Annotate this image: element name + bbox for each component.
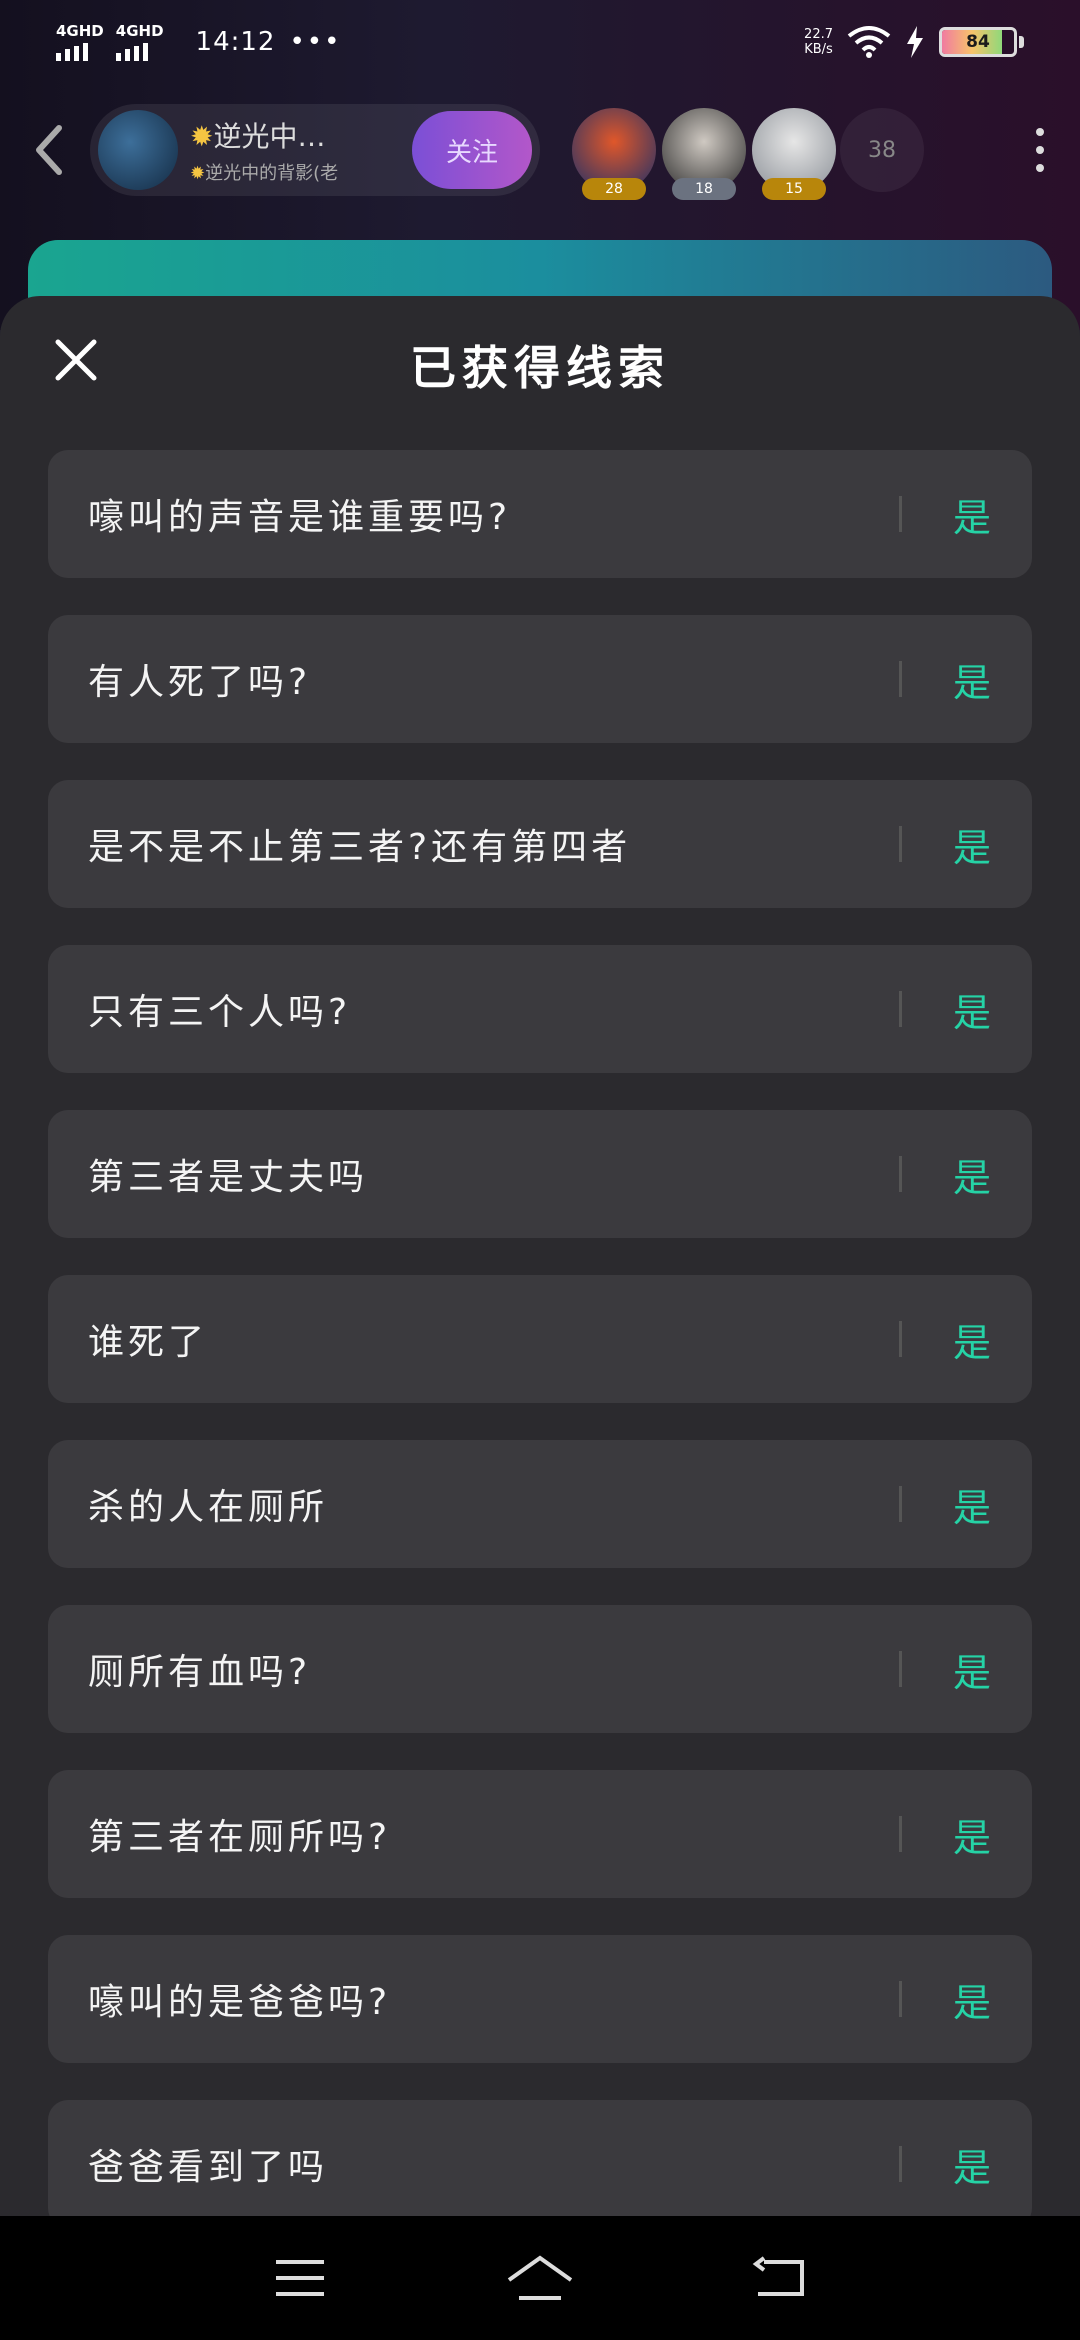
viewer-avatar[interactable]: 28 (572, 108, 656, 200)
level-badge: 15 (762, 178, 826, 200)
wifi-icon (847, 26, 891, 58)
room-header: ✹逆光中… ✹逆光中的背影(老 关注 28 18 15 38 (0, 100, 1080, 200)
clue-question: 只有三个人吗? (88, 992, 352, 1033)
host-info: ✹逆光中… ✹逆光中的背影(老 (190, 115, 412, 185)
home-icon (507, 2255, 573, 2300)
back-arrow-icon (36, 125, 62, 175)
clue-divider (899, 496, 902, 532)
sim1-signal: 4GHD (56, 23, 104, 61)
clue-list: 嚎叫的声音是谁重要吗? 是有人死了吗? 是是不是不止第三者?还有第四者是只有三个人吗… (48, 450, 1032, 2216)
sheet-title: 已获得线索 (410, 341, 670, 395)
clue-question: 爸爸看到了吗 (88, 2147, 329, 2188)
sim2-label: 4GHD (115, 22, 164, 40)
clue-answer: 是 (952, 1320, 991, 1365)
network-speed-unit: KB/s (804, 42, 833, 57)
clue-answer: 是 (952, 2145, 991, 2190)
host-avatar[interactable] (98, 110, 178, 190)
sun-icon: ✹ (190, 163, 206, 184)
clue-answer: 是 (952, 1485, 991, 1530)
clue-question: 杀的人在厕所 (88, 1487, 329, 1528)
viewer-count[interactable]: 38 (840, 108, 924, 192)
host-subtitle-text: 逆光中的背影(老 (205, 163, 339, 184)
host-name: ✹逆光中… (190, 115, 412, 155)
viewer-avatar[interactable]: 18 (662, 108, 746, 200)
clue-item: 嚎叫的是爸爸吗? 是 (48, 1935, 1032, 2063)
sun-icon: ✹ (190, 120, 214, 153)
navigation-bar (0, 2216, 1080, 2340)
signal-bars-icon (115, 43, 148, 61)
clue-item: 第三者是丈夫吗 是 (48, 1110, 1032, 1238)
clue-item: 厕所有血吗? 是 (48, 1605, 1032, 1733)
level-badge: 18 (672, 178, 736, 200)
home-button[interactable] (505, 2243, 575, 2313)
battery-level: 84 (966, 32, 990, 52)
back-button[interactable] (28, 120, 68, 180)
clue-divider (899, 1486, 902, 1522)
system-back-button[interactable] (745, 2243, 815, 2313)
host-card[interactable]: ✹逆光中… ✹逆光中的背影(老 关注 (90, 104, 540, 196)
clue-question: 嚎叫的是爸爸吗? (88, 1982, 392, 2023)
menu-icon (276, 2260, 324, 2296)
clue-divider (899, 1981, 902, 2017)
sim2-signal: 4GHD (115, 22, 164, 61)
clue-answer: 是 (952, 1815, 991, 1860)
network-speed: 22.7 KB/s (804, 27, 833, 57)
clue-divider (899, 1651, 902, 1687)
clue-question: 是不是不止第三者?还有第四者 (88, 827, 632, 868)
clue-item: 只有三个人吗? 是 (48, 945, 1032, 1073)
clue-item: 有人死了吗? 是 (48, 615, 1032, 743)
clue-question: 厕所有血吗? (88, 1652, 312, 1693)
menu-button[interactable] (265, 2243, 335, 2313)
more-vertical-icon (1036, 146, 1044, 154)
clue-question: 第三者在厕所吗? (88, 1817, 392, 1858)
clue-item: 谁死了 是 (48, 1275, 1032, 1403)
viewer-list: 28 18 15 (572, 108, 836, 200)
viewer-avatar[interactable]: 15 (752, 108, 836, 200)
level-badge: 28 (582, 178, 646, 200)
clock: 14:12 (195, 27, 276, 57)
battery-icon: 84 (939, 27, 1017, 57)
host-subtitle: ✹逆光中的背影(老 (190, 159, 412, 185)
clues-sheet: 已获得线索 嚎叫的声音是谁重要吗? 是有人死了吗? 是是不是不止第三者?还有第四者是… (0, 296, 1080, 2216)
clue-item: 是不是不止第三者?还有第四者 是 (48, 780, 1032, 908)
clue-answer: 是 (952, 495, 991, 540)
sim1-label: 4GHD (56, 22, 104, 40)
clue-divider (899, 826, 902, 862)
clue-answer: 是 (952, 660, 991, 705)
battery-tip (1019, 36, 1024, 48)
clue-question: 第三者是丈夫吗 (88, 1157, 369, 1198)
clue-divider (899, 661, 902, 697)
more-button[interactable] (1036, 128, 1044, 172)
clue-divider (899, 1816, 902, 1852)
more-vertical-icon (1036, 164, 1044, 172)
clue-item: 第三者在厕所吗? 是 (48, 1770, 1032, 1898)
host-name-text: 逆光中… (213, 120, 326, 153)
clue-divider (899, 1321, 902, 1357)
status-bar: 4GHD 4GHD 14:12 ••• 22.7 KB/s 84 (0, 0, 1080, 84)
clue-divider (899, 991, 902, 1027)
clue-answer: 是 (952, 1650, 991, 1695)
signal-bars-icon (56, 43, 88, 61)
clue-answer: 是 (952, 825, 991, 870)
notification-dots: ••• (289, 27, 342, 57)
clue-divider (899, 1156, 902, 1192)
clue-divider (899, 2146, 902, 2182)
follow-button[interactable]: 关注 (412, 111, 532, 189)
clue-answer: 是 (952, 1155, 991, 1200)
more-vertical-icon (1036, 128, 1044, 136)
clue-item: 杀的人在厕所 是 (48, 1440, 1032, 1568)
clue-item: 爸爸看到了吗 是 (48, 2100, 1032, 2216)
room-background: 4GHD 4GHD 14:12 ••• 22.7 KB/s 84 ✹逆光中… ✹… (0, 0, 1080, 330)
clue-question: 有人死了吗? (88, 662, 312, 703)
clue-question: 谁死了 (88, 1322, 209, 1363)
clue-item: 嚎叫的声音是谁重要吗? 是 (48, 450, 1032, 578)
clue-answer: 是 (952, 1980, 991, 2025)
charging-icon (907, 26, 923, 58)
clue-question: 嚎叫的声音是谁重要吗? (88, 497, 512, 538)
network-speed-value: 22.7 (804, 27, 833, 42)
back-icon (752, 2256, 804, 2296)
clue-answer: 是 (952, 990, 991, 1035)
